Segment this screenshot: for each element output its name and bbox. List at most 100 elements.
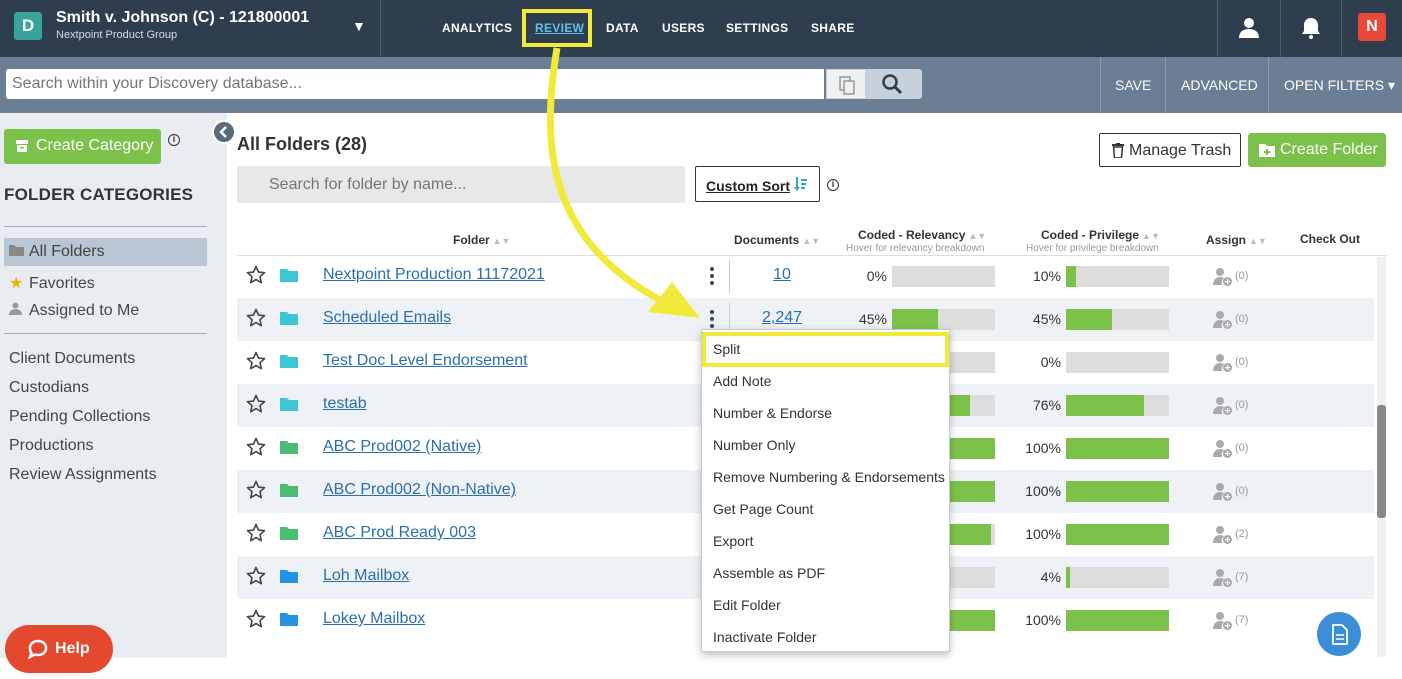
table-row[interactable]: Nextpoint Production 11172021 10 0% 10% … (237, 255, 1374, 298)
kebab-menu-icon[interactable] (708, 308, 716, 330)
column-header-privilege[interactable]: Coded - Privilege ▲▼ (1041, 228, 1160, 242)
privilege-bar[interactable] (1066, 610, 1169, 631)
assign-user-icon[interactable] (1213, 482, 1233, 502)
assign-user-icon[interactable] (1213, 267, 1233, 287)
nav-data[interactable]: DATA (606, 21, 639, 35)
kebab-menu-icon[interactable] (708, 265, 716, 287)
favorite-star-icon[interactable] (246, 566, 266, 586)
nav-analytics[interactable]: ANALYTICS (442, 21, 512, 35)
menu-item-remove-numbering-endorsements[interactable]: Remove Numbering & Endorsements (713, 469, 945, 485)
privilege-bar[interactable] (1066, 481, 1169, 502)
folder-name-link[interactable]: ABC Prod002 (Non-Native) (323, 481, 516, 499)
sidebar-item-productions[interactable]: Productions (9, 437, 94, 455)
folder-name-link[interactable]: Test Doc Level Endorsement (323, 352, 528, 370)
scrollbar-thumb[interactable] (1377, 405, 1386, 518)
menu-item-inactivate-folder[interactable]: Inactivate Folder (713, 629, 817, 645)
assign-user-icon[interactable] (1213, 396, 1233, 416)
relevancy-bar[interactable] (892, 309, 995, 330)
relevancy-bar[interactable] (892, 266, 995, 287)
column-header-folder[interactable]: Folder ▲▼ (453, 233, 511, 247)
bell-icon[interactable] (1299, 16, 1323, 40)
create-category-button[interactable]: Create Category (4, 129, 161, 164)
menu-item-export[interactable]: Export (713, 533, 753, 549)
favorite-star-icon[interactable] (246, 480, 266, 500)
column-header-documents[interactable]: Documents ▲▼ (734, 233, 820, 247)
search-button[interactable] (866, 69, 922, 99)
privilege-bar[interactable] (1066, 266, 1169, 287)
folder-name-link[interactable]: Nextpoint Production 11172021 (323, 266, 545, 284)
privilege-bar[interactable] (1066, 438, 1169, 459)
assign-user-icon[interactable] (1213, 353, 1233, 373)
sidebar-item-assigned-to-me[interactable]: Assigned to Me (9, 302, 139, 320)
collapse-sidebar-button[interactable] (212, 120, 236, 144)
folder-name-link[interactable]: ABC Prod002 (Native) (323, 438, 481, 456)
menu-item-number-endorse[interactable]: Number & Endorse (713, 405, 832, 421)
favorite-star-icon[interactable] (246, 523, 266, 543)
favorite-star-icon[interactable] (246, 437, 266, 457)
app-badge[interactable]: D (14, 12, 42, 40)
custom-sort-button[interactable]: Custom Sort (695, 166, 820, 202)
document-icon (1332, 624, 1348, 645)
sidebar-item-custodians[interactable]: Custodians (9, 379, 89, 397)
privilege-bar[interactable] (1066, 309, 1169, 330)
column-header-assign[interactable]: Assign ▲▼ (1206, 233, 1267, 247)
discovery-search-input[interactable] (6, 69, 824, 99)
folder-name-link[interactable]: testab (323, 395, 367, 413)
menu-item-edit-folder[interactable]: Edit Folder (713, 597, 781, 613)
help-button[interactable]: Help (5, 625, 113, 673)
folder-name-link[interactable]: Lokey Mailbox (323, 610, 425, 628)
info-icon[interactable]: i (168, 134, 180, 146)
sidebar-item-client-documents[interactable]: Client Documents (9, 350, 135, 368)
split-highlight-box (702, 332, 949, 367)
favorite-star-icon[interactable] (246, 609, 266, 629)
document-fab-button[interactable] (1317, 612, 1361, 656)
menu-item-number-only[interactable]: Number Only (713, 437, 795, 453)
create-folder-button[interactable]: Create Folder (1248, 133, 1386, 167)
document-count-link[interactable]: 2,247 (737, 309, 827, 327)
nextpoint-logo[interactable]: N (1358, 13, 1386, 41)
favorite-star-icon[interactable] (246, 394, 266, 414)
privilege-percent: 100% (1025, 526, 1061, 542)
privilege-bar[interactable] (1066, 352, 1169, 373)
copy-search-button[interactable] (826, 69, 866, 99)
assign-user-icon[interactable] (1213, 568, 1233, 588)
advanced-search-button[interactable]: ADVANCED (1181, 77, 1258, 93)
document-count-link[interactable]: 10 (737, 266, 827, 284)
info-icon[interactable]: i (827, 179, 839, 191)
privilege-bar[interactable] (1066, 395, 1169, 416)
folder-icon (280, 527, 298, 540)
table-scrollbar[interactable] (1377, 257, 1386, 657)
folder-name-link[interactable]: Loh Mailbox (323, 567, 409, 585)
sidebar-item-review-assignments[interactable]: Review Assignments (9, 466, 157, 484)
manage-trash-button[interactable]: Manage Trash (1099, 133, 1241, 167)
assign-user-icon[interactable] (1213, 525, 1233, 545)
menu-item-assemble-as-pdf[interactable]: Assemble as PDF (713, 565, 825, 581)
save-search-button[interactable]: SAVE (1115, 77, 1151, 93)
sidebar-item-favorites[interactable]: ★ Favorites (9, 273, 95, 293)
open-filters-button[interactable]: OPEN FILTERS ▾ (1284, 77, 1395, 94)
folder-icon (280, 441, 298, 454)
menu-item-add-note[interactable]: Add Note (713, 373, 771, 389)
favorite-star-icon[interactable] (246, 308, 266, 328)
folder-search-input[interactable] (237, 166, 685, 203)
privilege-bar[interactable] (1066, 524, 1169, 545)
favorite-star-icon[interactable] (246, 265, 266, 285)
favorite-star-icon[interactable] (246, 351, 266, 371)
assign-user-icon[interactable] (1213, 439, 1233, 459)
folder-name-link[interactable]: ABC Prod Ready 003 (323, 524, 476, 542)
nav-users[interactable]: USERS (662, 21, 705, 35)
menu-item-get-page-count[interactable]: Get Page Count (713, 501, 813, 517)
assign-user-icon[interactable] (1213, 310, 1233, 330)
nav-settings[interactable]: SETTINGS (726, 21, 788, 35)
user-icon[interactable] (1237, 16, 1261, 40)
sidebar-item-pending-collections[interactable]: Pending Collections (9, 408, 150, 426)
privilege-bar[interactable] (1066, 567, 1169, 588)
case-dropdown-icon[interactable]: ▼ (352, 18, 366, 34)
assign-user-icon[interactable] (1213, 611, 1233, 631)
sidebar-item-all-folders[interactable]: All Folders (4, 238, 207, 266)
nav-share[interactable]: SHARE (811, 21, 855, 35)
column-header-relevancy[interactable]: Coded - Relevancy ▲▼ (858, 228, 986, 242)
folder-name-link[interactable]: Scheduled Emails (323, 309, 451, 327)
create-folder-label: Create Folder (1280, 141, 1378, 158)
case-title[interactable]: Smith v. Johnson (C) - 121800001 (56, 9, 309, 27)
